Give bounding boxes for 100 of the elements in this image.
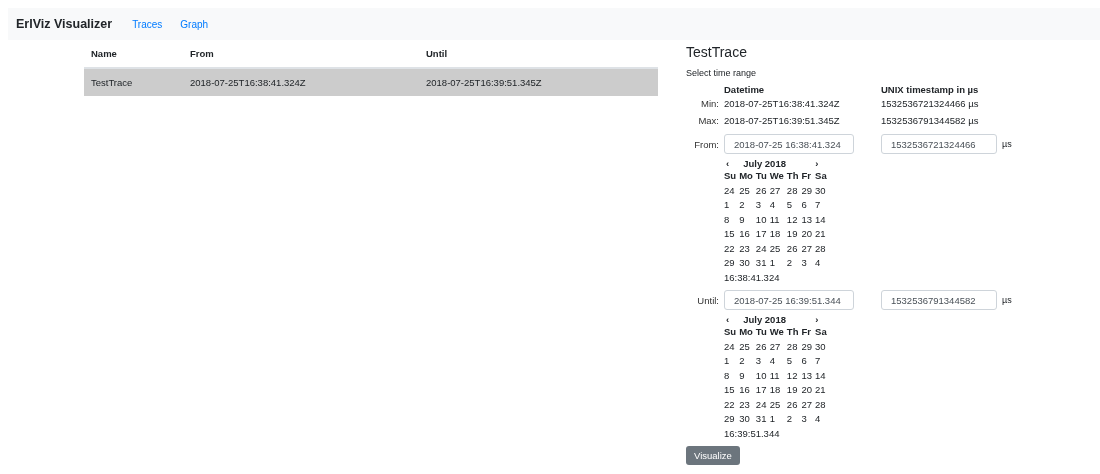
calendar-day[interactable]: 18 (769, 227, 784, 242)
calendar-day[interactable]: 16 (739, 227, 753, 242)
next-month-button[interactable]: › (813, 158, 821, 169)
calendar-day[interactable]: 20 (801, 383, 813, 398)
calendar-day[interactable]: 6 (801, 198, 813, 213)
calendar-day[interactable]: 1 (769, 412, 784, 427)
calendar-day[interactable]: 4 (815, 256, 827, 271)
calendar-day[interactable]: 5 (786, 354, 799, 369)
calendar-day[interactable]: 19 (786, 227, 799, 242)
weekday-label: Th (786, 169, 799, 183)
calendar-day[interactable]: 7 (815, 354, 827, 369)
calendar-day[interactable]: 27 (801, 397, 813, 412)
nav-link[interactable]: Traces (132, 18, 163, 30)
calendar-day[interactable]: 14 (815, 368, 827, 383)
calendar-day[interactable]: 27 (801, 241, 813, 256)
calendar-day[interactable]: 25 (739, 183, 753, 198)
table-row[interactable]: TestTrace 2018-07-25T16:38:41.324Z 2018-07-25T16:39:51.345Z (84, 68, 658, 96)
time-value: 16:39:51.344 (724, 426, 781, 441)
calendar-day[interactable]: 27 (769, 339, 784, 354)
calendar-day[interactable]: 29 (801, 183, 813, 198)
calendar-day[interactable]: 24 (724, 339, 737, 354)
calendar-day[interactable]: 3 (755, 354, 767, 369)
calendar-day[interactable]: 4 (769, 354, 784, 369)
calendar-day[interactable]: 3 (801, 256, 813, 271)
calendar-day[interactable]: 11 (769, 212, 784, 227)
datetime-field[interactable]: 2018-07-25 16:39:51.344 (724, 290, 854, 310)
brand-title[interactable]: ErlViz Visualizer (16, 17, 113, 31)
calendar-day[interactable]: 10 (755, 368, 767, 383)
calendar-day[interactable]: 26 (786, 397, 799, 412)
calendar-day[interactable]: 20 (801, 227, 813, 242)
calendar-day[interactable]: 24 (724, 183, 737, 198)
calendar-day[interactable]: 9 (739, 368, 753, 383)
calendar-day[interactable]: 31 (755, 412, 767, 427)
calendar-day[interactable]: 15 (724, 383, 737, 398)
calendar-day[interactable]: 28 (815, 241, 827, 256)
calendar-day[interactable]: 13 (801, 212, 813, 227)
previous-month-button[interactable]: ‹ (724, 158, 732, 169)
calendar-day[interactable]: 22 (724, 397, 737, 412)
calendar-day[interactable]: 26 (786, 241, 799, 256)
calendar-day[interactable]: 12 (786, 212, 799, 227)
calendar-day[interactable]: 31 (755, 256, 767, 271)
calendar-day[interactable]: 9 (739, 212, 753, 227)
calendar-day[interactable]: 24 (755, 397, 767, 412)
calendar-day[interactable]: 25 (769, 397, 784, 412)
timestamp-field[interactable]: 1532536791344582 (881, 290, 997, 310)
calendar-day[interactable]: 30 (739, 412, 753, 427)
calendar-day[interactable]: 29 (801, 339, 813, 354)
calendar-day[interactable]: 21 (815, 227, 827, 242)
calendar-day[interactable]: 28 (786, 183, 799, 198)
previous-month-button[interactable]: ‹ (724, 314, 732, 325)
calendar-day[interactable]: 30 (739, 256, 753, 271)
calendar-day[interactable]: 30 (815, 339, 827, 354)
calendar-day[interactable]: 2 (739, 198, 753, 213)
calendar-day[interactable]: 8 (724, 212, 737, 227)
calendar-day[interactable]: 27 (769, 183, 784, 198)
calendar-day[interactable]: 23 (739, 241, 753, 256)
calendar-day[interactable]: 11 (769, 368, 784, 383)
calendar-day[interactable]: 15 (724, 227, 737, 242)
calendar-day[interactable]: 28 (815, 397, 827, 412)
calendar-day[interactable]: 22 (724, 241, 737, 256)
calendar-day[interactable]: 13 (801, 368, 813, 383)
calendar-day[interactable]: 1 (769, 256, 784, 271)
calendar-day[interactable]: 25 (739, 339, 753, 354)
calendar-day[interactable]: 5 (786, 198, 799, 213)
calendar-day[interactable]: 23 (739, 397, 753, 412)
next-month-button[interactable]: › (813, 314, 821, 325)
calendar-day[interactable]: 16 (739, 383, 753, 398)
calendar-day[interactable]: 4 (769, 198, 784, 213)
trace-title: TestTrace (686, 44, 748, 60)
calendar-day[interactable]: 3 (755, 198, 767, 213)
calendar-day[interactable]: 10 (755, 212, 767, 227)
calendar-day[interactable]: 30 (815, 183, 827, 198)
calendar-day[interactable]: 2 (786, 412, 799, 427)
calendar-day[interactable]: 12 (786, 368, 799, 383)
calendar-day[interactable]: 25 (769, 241, 784, 256)
calendar-day[interactable]: 2 (786, 256, 799, 271)
calendar-day[interactable]: 17 (755, 383, 767, 398)
calendar-day[interactable]: 1 (724, 354, 737, 369)
visualize-button[interactable]: Visualize (686, 446, 740, 465)
calendar-day[interactable]: 26 (755, 183, 767, 198)
calendar-day[interactable]: 4 (815, 412, 827, 427)
calendar-day[interactable]: 14 (815, 212, 827, 227)
calendar-day[interactable]: 18 (769, 383, 784, 398)
calendar-day[interactable]: 6 (801, 354, 813, 369)
calendar-day[interactable]: 3 (801, 412, 813, 427)
calendar-day[interactable]: 2 (739, 354, 753, 369)
calendar-day[interactable]: 1 (724, 198, 737, 213)
calendar-day[interactable]: 26 (755, 339, 767, 354)
calendar-day[interactable]: 29 (724, 256, 737, 271)
timestamp-field[interactable]: 1532536721324466 (881, 134, 997, 154)
calendar-day[interactable]: 29 (724, 412, 737, 427)
calendar-day[interactable]: 19 (786, 383, 799, 398)
datetime-field[interactable]: 2018-07-25 16:38:41.324 (724, 134, 854, 154)
calendar-day[interactable]: 7 (815, 198, 827, 213)
calendar-day[interactable]: 17 (755, 227, 767, 242)
calendar-day[interactable]: 24 (755, 241, 767, 256)
calendar-day[interactable]: 21 (815, 383, 827, 398)
calendar-day[interactable]: 28 (786, 339, 799, 354)
nav-link[interactable]: Graph (180, 18, 209, 30)
calendar-day[interactable]: 8 (724, 368, 737, 383)
